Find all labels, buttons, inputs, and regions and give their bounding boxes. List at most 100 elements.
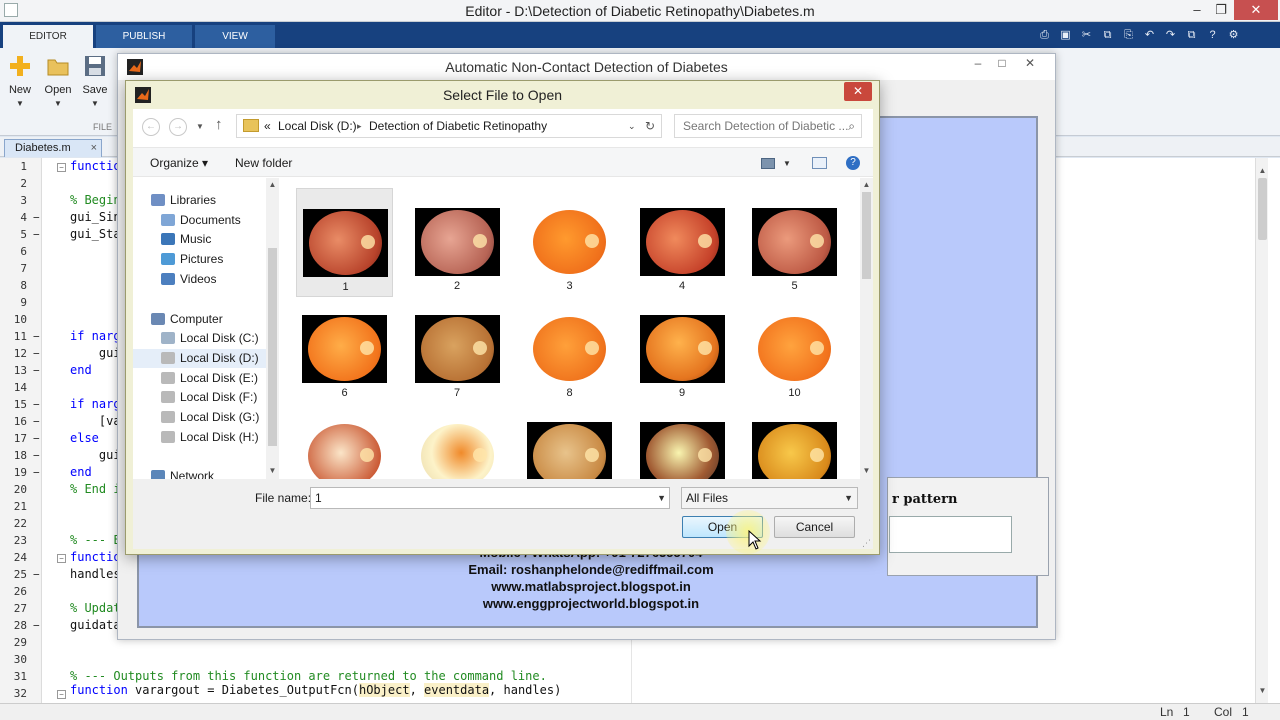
breakpoint-marker[interactable]: − [33,432,40,445]
scroll-up-icon[interactable]: ▲ [860,180,873,189]
close-window-button[interactable]: ✕ [1234,0,1278,20]
figure-close-button[interactable]: ✕ [1016,54,1044,74]
copy-icon[interactable]: ⧉ [1099,27,1116,43]
breakpoint-marker[interactable]: − [33,211,40,224]
address-overflow[interactable]: « [264,115,271,137]
scroll-up-icon[interactable]: ▲ [266,180,279,189]
nav-item-local-disk-c[interactable]: Local Disk (C:) [133,329,266,348]
code-fold-icon[interactable]: − [57,690,66,699]
undo-icon[interactable]: ↶ [1141,27,1158,43]
back-arrow-icon[interactable]: ← [142,118,160,136]
organize-button[interactable]: Organize ▾ [150,156,208,170]
scroll-up-icon[interactable]: ▲ [1256,164,1269,178]
nav-item-local-disk-e[interactable]: Local Disk (E:) [133,369,266,388]
cancel-button[interactable]: Cancel [774,516,855,538]
breakpoint-marker[interactable]: − [33,330,40,343]
save-button[interactable]: Save ▼ [75,54,115,108]
code-line-5[interactable]: gui_Sta [70,227,121,241]
nav-item-libraries[interactable]: Libraries [133,191,266,210]
scrollbar-thumb[interactable] [1258,178,1267,240]
file-thumbnail[interactable]: 5 [746,188,843,297]
breakpoint-marker[interactable]: − [33,228,40,241]
file-thumbnail[interactable]: 13 [521,402,618,479]
help-icon[interactable]: ? [846,156,860,170]
breakpoint-marker[interactable]: − [33,619,40,632]
code-fold-icon[interactable]: − [57,163,66,172]
code-fold-icon[interactable]: − [57,554,66,563]
file-thumbnail[interactable]: 2 [409,188,506,297]
scroll-down-icon[interactable]: ▼ [1256,684,1269,698]
file-grid-scrollbar[interactable]: ▲ ▼ [860,178,873,479]
file-thumbnail[interactable]: 10 [746,295,843,404]
navigation-pane-scrollbar[interactable]: ▲ ▼ [266,178,279,479]
file-thumbnail[interactable]: 7 [409,295,506,404]
scrollbar-thumb[interactable] [268,248,277,446]
recent-locations-icon[interactable]: ▼ [196,122,204,131]
document-tab[interactable]: Diabetes.m × [4,139,102,157]
pattern-result-field[interactable] [889,516,1012,553]
file-type-select[interactable]: All Files ▼ [681,487,858,509]
file-thumbnail[interactable]: 12 [409,402,506,479]
forward-arrow-icon[interactable]: → [169,118,187,136]
file-thumbnail[interactable]: 3 [521,188,618,297]
up-arrow-icon[interactable]: ↑ [215,116,223,133]
file-thumbnail[interactable]: 8 [521,295,618,404]
code-line-3[interactable]: % Begin [70,193,121,207]
code-line-13[interactable]: end [70,363,92,377]
scrollbar-thumb[interactable] [862,192,871,279]
code-line-18[interactable]: gui [70,448,121,462]
file-thumbnail[interactable]: 4 [634,188,731,297]
address-dropdown-icon[interactable]: ⌄ [628,115,636,137]
nav-item-music[interactable]: Music [133,230,266,249]
nav-item-computer[interactable]: Computer [133,310,266,329]
file-thumbnail[interactable]: 11 [296,402,393,479]
dialog-close-button[interactable]: ✕ [844,82,872,101]
breadcrumb-folder[interactable]: Detection of Diabetic Retinopathy [369,115,547,137]
tab-view[interactable]: VIEW [195,25,275,48]
search-input[interactable]: Search Detection of Diabetic ... ⌕ [674,114,862,138]
maximize-button[interactable]: ❐ [1208,0,1234,20]
resize-grip-icon[interactable]: ⋰ [862,538,871,549]
redo-icon[interactable]: ↷ [1162,27,1179,43]
file-thumbnail[interactable]: 15 [746,402,843,479]
address-bar[interactable]: « Local Disk (D:) ▸ Detection of Diabeti… [236,114,662,138]
code-line-11[interactable]: if narg [70,329,121,343]
code-line-32[interactable]: function varargout = Diabetes_OutputFcn(… [70,683,561,697]
breakpoint-marker[interactable]: − [33,449,40,462]
code-line-15[interactable]: if narg [70,397,121,411]
new-folder-button[interactable]: New folder [235,156,292,170]
paste-icon[interactable]: ⎘ [1120,27,1137,43]
cut-icon[interactable]: ✂ [1078,27,1095,43]
code-line-27[interactable]: % Updat [70,601,121,615]
nav-item-documents[interactable]: Documents [133,211,266,230]
tab-publish[interactable]: PUBLISH [96,25,192,48]
file-thumbnail[interactable]: 6 [296,295,393,404]
code-line-20[interactable]: % End i [70,482,121,496]
code-line-17[interactable]: else [70,431,99,445]
file-thumbnail[interactable]: 9 [634,295,731,404]
breakpoint-marker[interactable]: − [33,364,40,377]
nav-item-local-disk-g[interactable]: Local Disk (G:) [133,408,266,427]
nav-item-local-disk-d[interactable]: Local Disk (D:) [133,348,266,368]
nav-item-videos[interactable]: Videos [133,270,266,289]
breakpoint-marker[interactable]: − [33,466,40,479]
code-line-25[interactable]: handles [70,567,121,581]
open-button[interactable]: Open ▼ [38,54,78,108]
save-icon[interactable]: ▣ [1057,27,1074,43]
nav-item-local-disk-h[interactable]: Local Disk (H:) [133,428,266,447]
scroll-down-icon[interactable]: ▼ [266,466,279,475]
breakpoint-marker[interactable]: − [33,568,40,581]
file-thumbnail[interactable]: 14 [634,402,731,479]
file-name-field[interactable]: 1 ▼ [310,487,670,509]
chevron-down-icon[interactable]: ▼ [783,159,791,168]
figure-maximize-button[interactable]: □ [988,54,1016,74]
code-line-31[interactable]: % --- Outputs from this function are ret… [70,669,547,683]
print-icon[interactable]: ⎙ [1036,27,1053,43]
view-options-icon[interactable] [761,158,775,169]
code-line-12[interactable]: gui [70,346,121,360]
help-icon[interactable]: ? [1204,27,1221,43]
file-thumbnail[interactable]: 1 [296,188,393,297]
scroll-down-icon[interactable]: ▼ [860,466,873,475]
chevron-down-icon[interactable]: ▼ [657,488,666,508]
minimize-button[interactable]: – [1184,0,1210,20]
